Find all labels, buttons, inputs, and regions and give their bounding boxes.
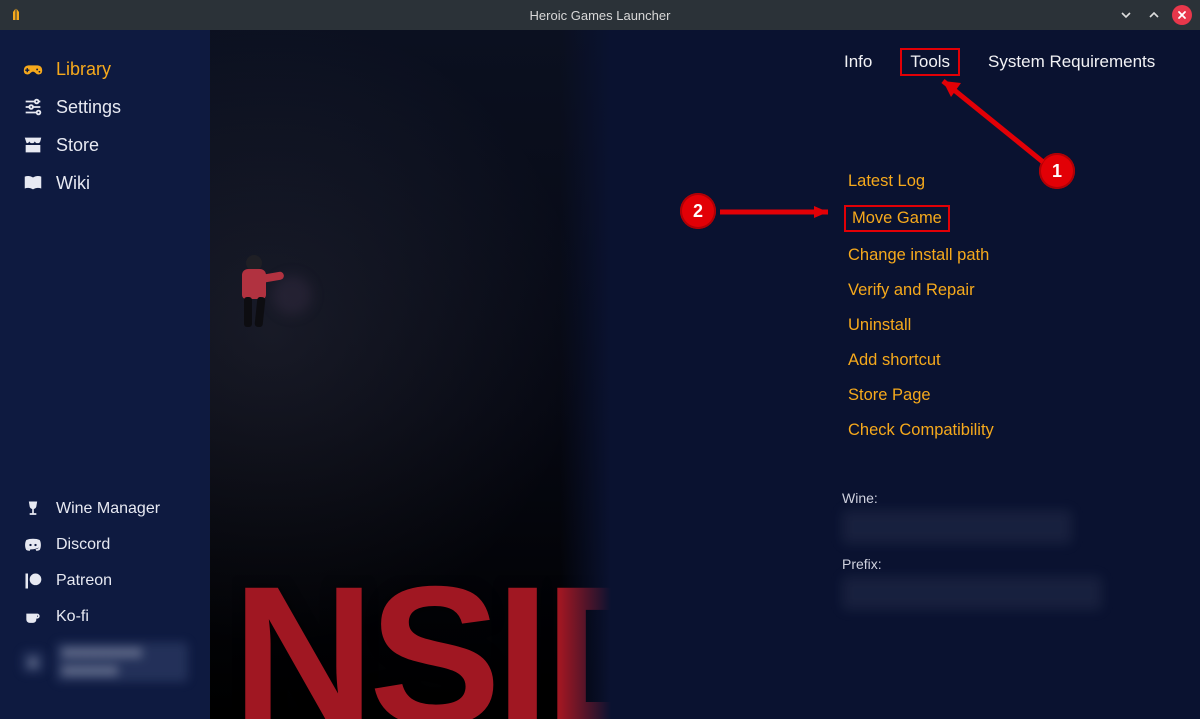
- sidebar-item-label: Ko-fi: [56, 608, 89, 626]
- tools-uninstall[interactable]: Uninstall: [844, 314, 915, 337]
- sidebar-item-label: Discord: [56, 536, 110, 554]
- sidebar-item-account[interactable]: xxxxxxxxxx xxxxxxx: [16, 635, 194, 689]
- patreon-icon: [22, 570, 44, 592]
- window-controls: [1116, 5, 1192, 25]
- tools-verify-repair[interactable]: Verify and Repair: [844, 279, 979, 302]
- prefix-value-redacted: [842, 576, 1102, 610]
- tab-system-requirements[interactable]: System Requirements: [982, 50, 1161, 74]
- detail-tabs: Info Tools System Requirements: [838, 48, 1161, 76]
- sidebar-item-settings[interactable]: Settings: [16, 88, 194, 126]
- book-icon: [22, 172, 44, 194]
- tools-add-shortcut[interactable]: Add shortcut: [844, 349, 945, 372]
- annotation-arrow-1: [925, 67, 1055, 172]
- coffee-icon: [22, 606, 44, 628]
- sidebar-item-patreon[interactable]: Patreon: [16, 563, 194, 599]
- wine-info: Wine: Prefix:: [842, 490, 1102, 622]
- tools-menu: Latest Log Move Game Change install path…: [844, 170, 998, 442]
- tools-latest-log[interactable]: Latest Log: [844, 170, 929, 193]
- sidebar-item-kofi[interactable]: Ko-fi: [16, 599, 194, 635]
- sidebar: Library Settings Store Wiki: [0, 30, 210, 719]
- sidebar-item-store[interactable]: Store: [16, 126, 194, 164]
- annotation-badge-2: 2: [680, 193, 716, 229]
- minimize-button[interactable]: [1116, 5, 1136, 25]
- sidebar-item-label: Library: [56, 59, 111, 80]
- sidebar-item-label: Wiki: [56, 173, 90, 194]
- main-pane: NSIDI Info Tools System Requirements Lat…: [210, 30, 1200, 719]
- app-icon: [8, 7, 24, 23]
- prefix-label: Prefix:: [842, 556, 1102, 572]
- tools-change-install-path[interactable]: Change install path: [844, 244, 993, 267]
- sidebar-item-discord[interactable]: Discord: [16, 527, 194, 563]
- wine-value-redacted: [842, 510, 1072, 544]
- sidebar-item-label: Wine Manager: [56, 500, 160, 518]
- sidebar-item-wiki[interactable]: Wiki: [16, 164, 194, 202]
- tab-info[interactable]: Info: [838, 50, 878, 74]
- tab-tools[interactable]: Tools: [900, 48, 960, 76]
- tools-check-compatibility[interactable]: Check Compatibility: [844, 419, 998, 442]
- sidebar-bottom: Wine Manager Discord Patreon Ko-fi: [0, 491, 210, 699]
- maximize-button[interactable]: [1144, 5, 1164, 25]
- gamepad-icon: [22, 58, 44, 80]
- storefront-icon: [22, 134, 44, 156]
- annotation-badge-1: 1: [1039, 153, 1075, 189]
- wine-icon: [22, 498, 44, 520]
- close-button[interactable]: [1172, 5, 1192, 25]
- sidebar-item-label: Patreon: [56, 572, 112, 590]
- window-title: Heroic Games Launcher: [0, 8, 1200, 23]
- tools-store-page[interactable]: Store Page: [844, 384, 935, 407]
- sidebar-item-label: xxxxxxxxxx xxxxxxx: [56, 642, 188, 682]
- titlebar: Heroic Games Launcher: [0, 0, 1200, 30]
- user-icon: [22, 651, 44, 673]
- sidebar-item-label: Store: [56, 135, 99, 156]
- sidebar-item-wine-manager[interactable]: Wine Manager: [16, 491, 194, 527]
- discord-icon: [22, 534, 44, 556]
- sidebar-item-label: Settings: [56, 97, 121, 118]
- wine-label: Wine:: [842, 490, 1102, 506]
- game-art-figure: [232, 255, 278, 333]
- tools-move-game[interactable]: Move Game: [844, 205, 950, 232]
- sidebar-item-library[interactable]: Library: [16, 50, 194, 88]
- annotation-arrow-2: [716, 204, 846, 220]
- sliders-icon: [22, 96, 44, 118]
- game-cover-art: NSIDI: [210, 30, 620, 719]
- sidebar-nav: Library Settings Store Wiki: [0, 50, 210, 202]
